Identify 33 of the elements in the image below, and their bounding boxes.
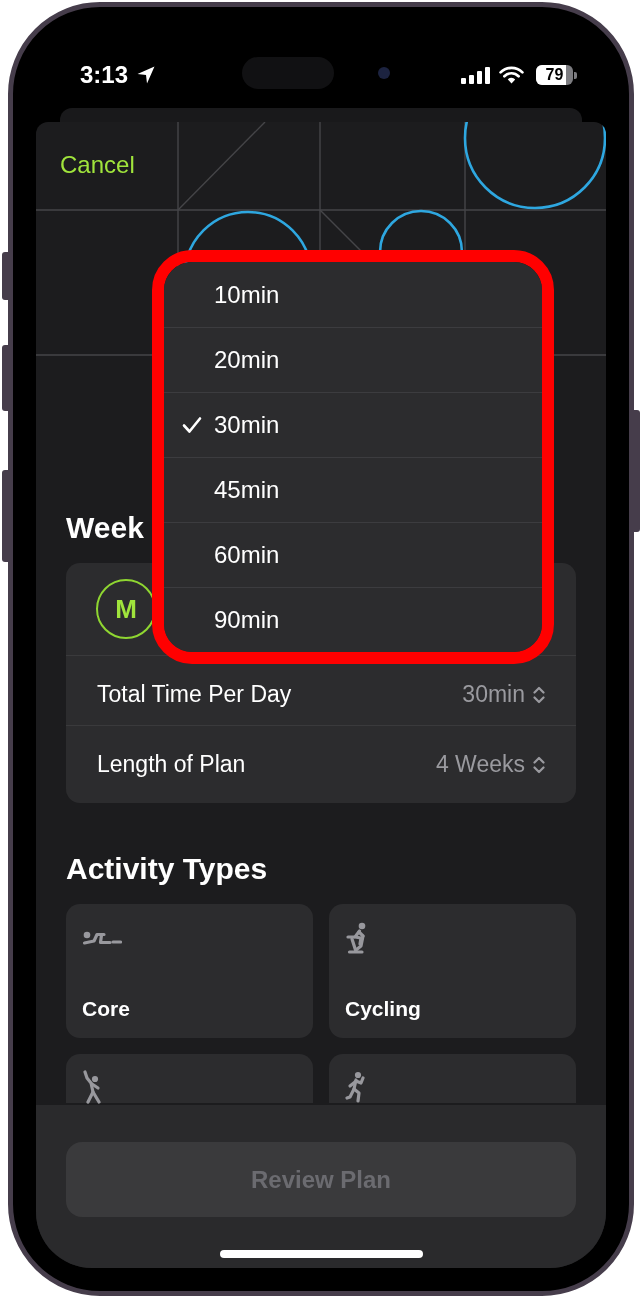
section-heading: Activity Types xyxy=(66,851,268,887)
picker-button[interactable]: 30min xyxy=(462,677,545,712)
activity-tile[interactable] xyxy=(329,1054,576,1103)
side-button[interactable] xyxy=(634,410,640,532)
chevron-up-down-icon xyxy=(533,684,545,705)
side-button[interactable] xyxy=(2,470,8,562)
location-arrow-icon xyxy=(137,66,156,84)
signal-icon xyxy=(461,66,490,84)
running-figure-icon xyxy=(345,1070,365,1103)
activity-tile[interactable]: Core xyxy=(66,904,313,1038)
menu-option[interactable]: 60min xyxy=(164,522,542,587)
dancing-figure-icon xyxy=(82,1070,102,1104)
side-button[interactable] xyxy=(2,252,8,300)
section-heading: Week xyxy=(66,510,144,546)
camera-lens-icon xyxy=(378,67,390,79)
activity-tile[interactable]: Cycling xyxy=(329,904,576,1038)
menu-option[interactable]: 30min xyxy=(164,392,542,457)
battery-percentage: 79 xyxy=(544,65,565,85)
side-button[interactable] xyxy=(2,345,8,411)
menu-option[interactable]: 20min xyxy=(164,327,542,392)
picker-button[interactable]: 4 Weeks xyxy=(435,747,545,782)
setting-label: Length of Plan xyxy=(97,750,246,780)
chevron-up-down-icon xyxy=(533,754,545,775)
cancel-button[interactable]: Cancel xyxy=(60,151,135,179)
stationary-bike-rider-icon xyxy=(345,922,367,954)
reclining-figure-icon xyxy=(82,930,122,946)
menu-option[interactable]: 10min xyxy=(164,262,542,327)
wifi-icon xyxy=(499,66,524,84)
menu-option[interactable]: 90min xyxy=(164,587,542,652)
setting-label: Total Time Per Day xyxy=(97,680,292,710)
activity-tile[interactable] xyxy=(66,1054,313,1103)
menu-option[interactable]: 45min xyxy=(164,457,542,522)
status-time: 3:13 xyxy=(80,61,129,89)
